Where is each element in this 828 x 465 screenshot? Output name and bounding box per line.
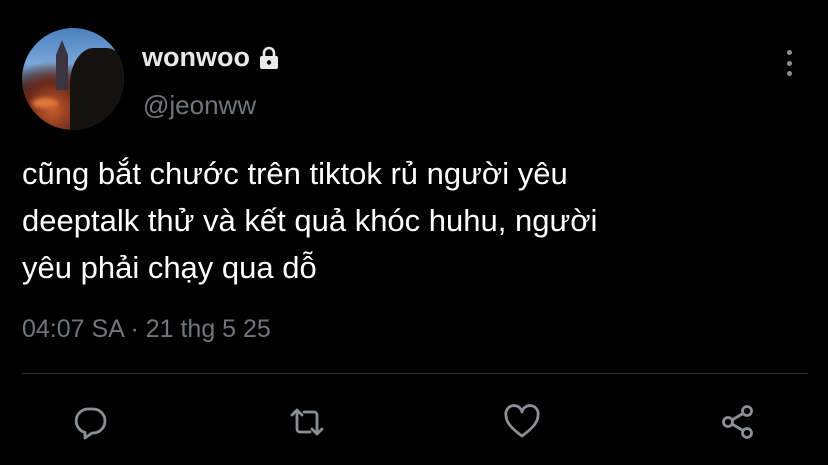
avatar-light [32,98,58,108]
tweet-line: deeptalk thử và kết quả khóc huhu, người [22,203,598,238]
avatar-building [56,40,68,90]
avatar[interactable] [22,28,124,130]
retweet-button[interactable] [287,402,327,442]
like-icon [504,404,540,438]
share-icon [722,405,753,439]
share-button[interactable] [718,402,758,442]
divider [22,373,808,374]
reply-icon [74,407,107,440]
name-row: wonwoo [142,42,282,73]
tweet-line: cũng bắt chước trên tiktok rủ người yêu [22,156,568,191]
tweet-time: 04:07 SA [22,315,124,343]
display-name[interactable]: wonwoo [142,42,250,73]
avatar-person [70,48,124,130]
tweet-text: cũng bắt chước trên tiktok rủ người yêu … [22,150,802,291]
meta-separator: · [130,315,139,343]
more-options-icon[interactable] [786,50,792,76]
tweet-line: yêu phải chạy qua dỗ [22,250,317,285]
tweet-date: 21 thg 5 25 [145,315,271,343]
retweet-icon [290,408,324,436]
lock-icon [256,45,282,71]
like-button[interactable] [502,402,542,442]
tweet-timestamp[interactable]: 04:07 SA · 21 thg 5 25 [22,315,271,344]
user-handle[interactable]: @jeonww [143,90,256,121]
reply-button[interactable] [70,402,110,442]
